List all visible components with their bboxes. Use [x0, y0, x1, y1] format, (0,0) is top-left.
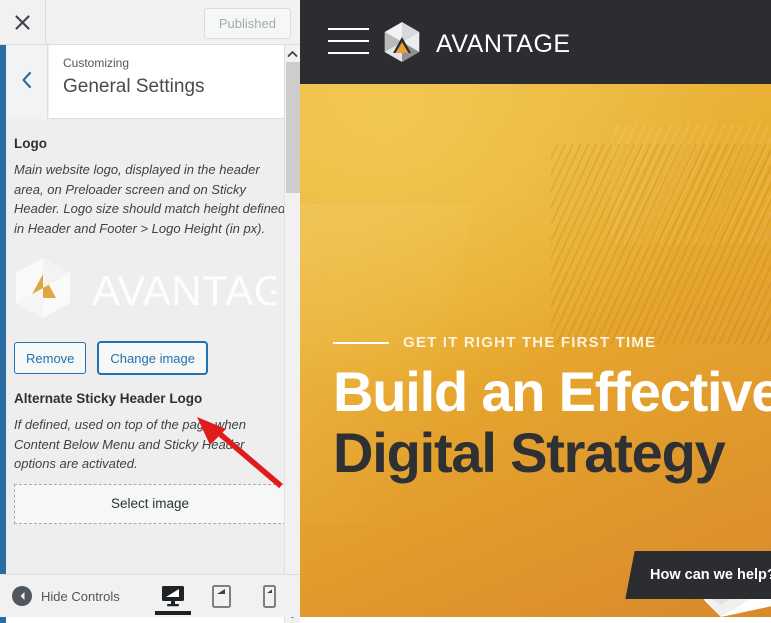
- site-header: AVANTAGE: [300, 0, 771, 84]
- site-brand-name: AVANTAGE: [436, 30, 571, 58]
- change-image-button-label: Change image: [110, 350, 195, 366]
- hide-controls-label: Hide Controls: [41, 588, 120, 604]
- page-title: General Settings: [63, 76, 205, 97]
- device-preview-switcher: [155, 575, 282, 617]
- hero-banner: GET IT RIGHT THE FIRST TIME Build an Eff…: [300, 84, 771, 617]
- site-logo[interactable]: AVANTAGE: [380, 20, 571, 69]
- hero-cta-label: How can we help?: [650, 567, 771, 583]
- hamburger-menu-icon[interactable]: [328, 26, 369, 57]
- hero-diagonal-stripes-light: [611, 124, 771, 244]
- back-button[interactable]: [6, 45, 48, 119]
- breadcrumb: Customizing: [63, 56, 130, 70]
- scrollbar-thumb[interactable]: [286, 62, 300, 193]
- remove-button-label: Remove: [26, 350, 75, 366]
- svg-text:AVANTAGE: AVANTAGE: [92, 267, 276, 314]
- hero-headline-line1: Build an Effective: [333, 360, 771, 423]
- logo-action-buttons: Remove Change image: [14, 342, 286, 374]
- avantage-hexagon-logo-icon: [380, 20, 424, 69]
- customizer-panel: Published Customizing General Settings L…: [0, 0, 300, 623]
- collapse-left-icon: [12, 586, 32, 606]
- hero-kicker: GET IT RIGHT THE FIRST TIME: [333, 334, 771, 351]
- customizer-controls: Logo Main website logo, displayed in the…: [6, 119, 300, 574]
- tablet-icon[interactable]: [208, 575, 234, 617]
- hero-cta-button[interactable]: How can we help?: [625, 551, 771, 599]
- hero-kicker-text: GET IT RIGHT THE FIRST TIME: [403, 334, 657, 351]
- hero-headline-line2: Digital Strategy: [333, 421, 726, 484]
- customizer-section-header: Customizing General Settings: [49, 45, 300, 119]
- publish-button[interactable]: Published: [203, 8, 291, 39]
- select-image-label: Select image: [110, 496, 190, 511]
- chevron-up-icon[interactable]: [285, 45, 300, 62]
- mobile-icon[interactable]: [256, 575, 282, 617]
- close-icon[interactable]: [0, 0, 46, 44]
- publish-button-label: Published: [218, 16, 276, 31]
- change-image-button[interactable]: Change image: [98, 342, 207, 374]
- customizer-screen: Published Customizing General Settings L…: [0, 0, 771, 623]
- alternate-logo-section-description: If defined, used on top of the page when…: [14, 417, 247, 471]
- hero-content: GET IT RIGHT THE FIRST TIME Build an Eff…: [333, 334, 771, 484]
- desktop-icon[interactable]: [155, 575, 191, 617]
- customizer-scrollbar[interactable]: [284, 45, 300, 623]
- chevron-left-icon: [20, 71, 33, 94]
- kicker-rule: [333, 341, 389, 344]
- logo-section-label: Logo: [14, 136, 47, 151]
- site-preview: AVANTAGE GET IT RIGHT THE FIRST TIME Bui…: [300, 0, 771, 617]
- alternate-logo-section-label: Alternate Sticky Header Logo: [14, 391, 203, 406]
- customizer-topbar: Published: [0, 0, 300, 45]
- logo-section-description: Main website logo, displayed in the head…: [14, 162, 286, 236]
- customizer-footer: Hide Controls: [0, 574, 300, 617]
- logo-preview-image: AVANTAGE: [14, 256, 300, 328]
- remove-button[interactable]: Remove: [14, 342, 87, 374]
- select-image-button[interactable]: Select image: [14, 483, 286, 524]
- hide-controls-button[interactable]: Hide Controls: [12, 586, 120, 606]
